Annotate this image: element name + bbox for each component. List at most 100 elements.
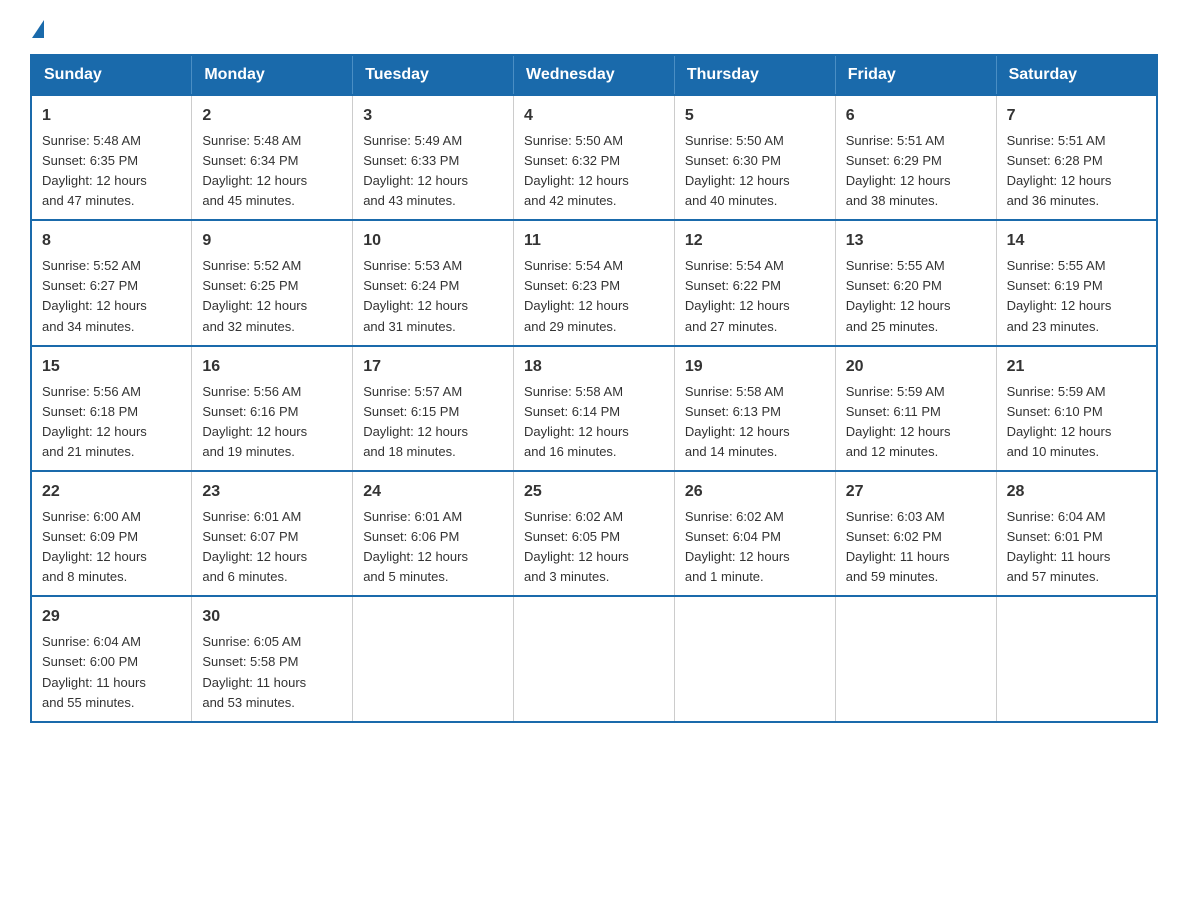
- day-number: 5: [685, 104, 825, 129]
- day-cell: [353, 596, 514, 721]
- day-cell: 3 Sunrise: 5:49 AMSunset: 6:33 PMDayligh…: [353, 95, 514, 220]
- day-info: Sunrise: 5:56 AMSunset: 6:16 PMDaylight:…: [202, 384, 307, 459]
- page-header: [30, 20, 1158, 34]
- day-info: Sunrise: 5:53 AMSunset: 6:24 PMDaylight:…: [363, 258, 468, 333]
- day-info: Sunrise: 6:04 AMSunset: 6:01 PMDaylight:…: [1007, 509, 1111, 584]
- day-number: 29: [42, 605, 181, 630]
- day-number: 26: [685, 480, 825, 505]
- day-cell: 7 Sunrise: 5:51 AMSunset: 6:28 PMDayligh…: [996, 95, 1157, 220]
- day-cell: 25 Sunrise: 6:02 AMSunset: 6:05 PMDaylig…: [514, 471, 675, 596]
- day-info: Sunrise: 6:02 AMSunset: 6:05 PMDaylight:…: [524, 509, 629, 584]
- day-cell: 17 Sunrise: 5:57 AMSunset: 6:15 PMDaylig…: [353, 346, 514, 471]
- header-tuesday: Tuesday: [353, 55, 514, 95]
- day-cell: 20 Sunrise: 5:59 AMSunset: 6:11 PMDaylig…: [835, 346, 996, 471]
- day-cell: [996, 596, 1157, 721]
- day-cell: 4 Sunrise: 5:50 AMSunset: 6:32 PMDayligh…: [514, 95, 675, 220]
- day-info: Sunrise: 5:48 AMSunset: 6:35 PMDaylight:…: [42, 133, 147, 208]
- day-info: Sunrise: 5:51 AMSunset: 6:29 PMDaylight:…: [846, 133, 951, 208]
- day-cell: 15 Sunrise: 5:56 AMSunset: 6:18 PMDaylig…: [31, 346, 192, 471]
- day-cell: 16 Sunrise: 5:56 AMSunset: 6:16 PMDaylig…: [192, 346, 353, 471]
- day-number: 18: [524, 355, 664, 380]
- day-cell: 26 Sunrise: 6:02 AMSunset: 6:04 PMDaylig…: [674, 471, 835, 596]
- day-info: Sunrise: 5:54 AMSunset: 6:23 PMDaylight:…: [524, 258, 629, 333]
- day-info: Sunrise: 5:55 AMSunset: 6:19 PMDaylight:…: [1007, 258, 1112, 333]
- header-thursday: Thursday: [674, 55, 835, 95]
- day-number: 21: [1007, 355, 1146, 380]
- day-cell: 6 Sunrise: 5:51 AMSunset: 6:29 PMDayligh…: [835, 95, 996, 220]
- day-info: Sunrise: 5:58 AMSunset: 6:14 PMDaylight:…: [524, 384, 629, 459]
- day-cell: 13 Sunrise: 5:55 AMSunset: 6:20 PMDaylig…: [835, 220, 996, 345]
- day-number: 15: [42, 355, 181, 380]
- day-info: Sunrise: 6:01 AMSunset: 6:06 PMDaylight:…: [363, 509, 468, 584]
- day-number: 17: [363, 355, 503, 380]
- day-number: 11: [524, 229, 664, 254]
- day-number: 4: [524, 104, 664, 129]
- logo: [30, 20, 44, 34]
- day-cell: 27 Sunrise: 6:03 AMSunset: 6:02 PMDaylig…: [835, 471, 996, 596]
- week-row-2: 8 Sunrise: 5:52 AMSunset: 6:27 PMDayligh…: [31, 220, 1157, 345]
- day-number: 16: [202, 355, 342, 380]
- day-number: 22: [42, 480, 181, 505]
- day-info: Sunrise: 5:48 AMSunset: 6:34 PMDaylight:…: [202, 133, 307, 208]
- day-number: 9: [202, 229, 342, 254]
- day-info: Sunrise: 5:51 AMSunset: 6:28 PMDaylight:…: [1007, 133, 1112, 208]
- week-row-3: 15 Sunrise: 5:56 AMSunset: 6:18 PMDaylig…: [31, 346, 1157, 471]
- day-info: Sunrise: 5:49 AMSunset: 6:33 PMDaylight:…: [363, 133, 468, 208]
- day-cell: 8 Sunrise: 5:52 AMSunset: 6:27 PMDayligh…: [31, 220, 192, 345]
- day-cell: 12 Sunrise: 5:54 AMSunset: 6:22 PMDaylig…: [674, 220, 835, 345]
- day-cell: [835, 596, 996, 721]
- day-number: 25: [524, 480, 664, 505]
- day-info: Sunrise: 5:50 AMSunset: 6:32 PMDaylight:…: [524, 133, 629, 208]
- day-cell: 28 Sunrise: 6:04 AMSunset: 6:01 PMDaylig…: [996, 471, 1157, 596]
- day-number: 28: [1007, 480, 1146, 505]
- day-number: 27: [846, 480, 986, 505]
- day-info: Sunrise: 6:00 AMSunset: 6:09 PMDaylight:…: [42, 509, 147, 584]
- header-saturday: Saturday: [996, 55, 1157, 95]
- day-info: Sunrise: 5:59 AMSunset: 6:11 PMDaylight:…: [846, 384, 951, 459]
- day-cell: 5 Sunrise: 5:50 AMSunset: 6:30 PMDayligh…: [674, 95, 835, 220]
- day-info: Sunrise: 5:55 AMSunset: 6:20 PMDaylight:…: [846, 258, 951, 333]
- day-info: Sunrise: 5:56 AMSunset: 6:18 PMDaylight:…: [42, 384, 147, 459]
- day-info: Sunrise: 6:03 AMSunset: 6:02 PMDaylight:…: [846, 509, 950, 584]
- header-friday: Friday: [835, 55, 996, 95]
- day-number: 8: [42, 229, 181, 254]
- day-cell: [674, 596, 835, 721]
- day-number: 13: [846, 229, 986, 254]
- day-cell: 11 Sunrise: 5:54 AMSunset: 6:23 PMDaylig…: [514, 220, 675, 345]
- week-row-5: 29 Sunrise: 6:04 AMSunset: 6:00 PMDaylig…: [31, 596, 1157, 721]
- day-info: Sunrise: 6:05 AMSunset: 5:58 PMDaylight:…: [202, 634, 306, 709]
- day-cell: 9 Sunrise: 5:52 AMSunset: 6:25 PMDayligh…: [192, 220, 353, 345]
- day-number: 20: [846, 355, 986, 380]
- day-cell: 24 Sunrise: 6:01 AMSunset: 6:06 PMDaylig…: [353, 471, 514, 596]
- day-number: 19: [685, 355, 825, 380]
- calendar-table: SundayMondayTuesdayWednesdayThursdayFrid…: [30, 54, 1158, 723]
- day-cell: 19 Sunrise: 5:58 AMSunset: 6:13 PMDaylig…: [674, 346, 835, 471]
- day-cell: 1 Sunrise: 5:48 AMSunset: 6:35 PMDayligh…: [31, 95, 192, 220]
- calendar-header-row: SundayMondayTuesdayWednesdayThursdayFrid…: [31, 55, 1157, 95]
- logo-blue-part: [32, 20, 44, 34]
- logo-arrow-icon: [32, 20, 44, 38]
- header-sunday: Sunday: [31, 55, 192, 95]
- day-cell: [514, 596, 675, 721]
- day-info: Sunrise: 5:59 AMSunset: 6:10 PMDaylight:…: [1007, 384, 1112, 459]
- day-number: 10: [363, 229, 503, 254]
- header-monday: Monday: [192, 55, 353, 95]
- day-number: 14: [1007, 229, 1146, 254]
- day-number: 23: [202, 480, 342, 505]
- day-cell: 23 Sunrise: 6:01 AMSunset: 6:07 PMDaylig…: [192, 471, 353, 596]
- day-cell: 14 Sunrise: 5:55 AMSunset: 6:19 PMDaylig…: [996, 220, 1157, 345]
- day-number: 7: [1007, 104, 1146, 129]
- day-cell: 18 Sunrise: 5:58 AMSunset: 6:14 PMDaylig…: [514, 346, 675, 471]
- day-info: Sunrise: 6:02 AMSunset: 6:04 PMDaylight:…: [685, 509, 790, 584]
- day-number: 3: [363, 104, 503, 129]
- day-info: Sunrise: 6:04 AMSunset: 6:00 PMDaylight:…: [42, 634, 146, 709]
- week-row-4: 22 Sunrise: 6:00 AMSunset: 6:09 PMDaylig…: [31, 471, 1157, 596]
- day-info: Sunrise: 5:50 AMSunset: 6:30 PMDaylight:…: [685, 133, 790, 208]
- day-number: 24: [363, 480, 503, 505]
- day-number: 6: [846, 104, 986, 129]
- day-info: Sunrise: 5:52 AMSunset: 6:27 PMDaylight:…: [42, 258, 147, 333]
- day-info: Sunrise: 5:52 AMSunset: 6:25 PMDaylight:…: [202, 258, 307, 333]
- day-info: Sunrise: 5:57 AMSunset: 6:15 PMDaylight:…: [363, 384, 468, 459]
- week-row-1: 1 Sunrise: 5:48 AMSunset: 6:35 PMDayligh…: [31, 95, 1157, 220]
- day-cell: 10 Sunrise: 5:53 AMSunset: 6:24 PMDaylig…: [353, 220, 514, 345]
